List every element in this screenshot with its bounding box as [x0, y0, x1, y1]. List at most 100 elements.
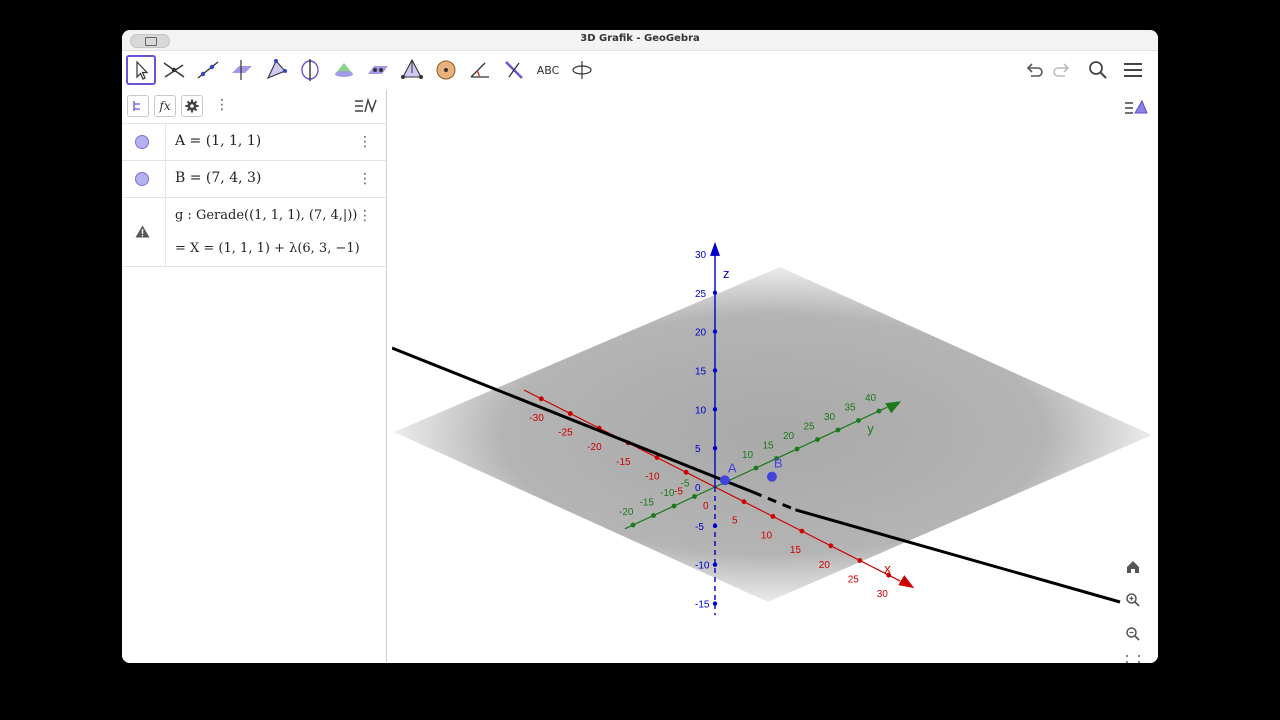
x-tick-label: 15 [790, 545, 802, 556]
algebra-row-g[interactable]: g : Gerade((1, 1, 1), (7, 4,|)) ⋮ = X = … [122, 198, 386, 267]
hamburger-menu-icon [1124, 63, 1142, 77]
reflect-plane-icon [368, 66, 388, 74]
visibility-marker[interactable] [122, 124, 166, 160]
graphics-3d-view[interactable]: xyz -30 -25 -20 -15 -10 -5 0 5 10 15 20 25 30 -20 -15-… [391, 90, 1158, 663]
y-tick-mark [671, 503, 677, 509]
y-tick-label: 25 [804, 422, 816, 433]
x-tick-label: 0 [703, 501, 709, 512]
reflect-tool[interactable] [363, 55, 393, 85]
input-bar-toggle[interactable]: fx [154, 95, 176, 117]
x-tick-label: 5 [732, 516, 738, 527]
rotate-view-icon [572, 61, 592, 79]
x-tick-label: -10 [645, 472, 660, 483]
graphics-3d-canvas[interactable]: xyz -30-25-20-15-10-5051015202530-20-15-… [391, 90, 1158, 663]
move-tool[interactable] [126, 55, 156, 85]
point-color-dot[interactable] [135, 135, 149, 149]
point-a-label: A [728, 460, 737, 475]
x-tick-label: -20 [587, 442, 602, 453]
algebra-row-b[interactable]: B = (7, 4, 3) ⋮ [122, 161, 386, 198]
angle-icon [470, 62, 489, 78]
line-input-field[interactable]: g : Gerade((1, 1, 1), (7, 4,|)) [175, 208, 357, 223]
z-tick-label: 10 [695, 405, 707, 416]
x-tick-label: 25 [848, 575, 860, 586]
y-tick-mark [856, 418, 861, 423]
x-axis-arrow [898, 575, 915, 589]
visibility-marker[interactable] [122, 161, 166, 197]
rotate-tool[interactable] [295, 55, 325, 85]
y-tick-mark [815, 437, 820, 442]
algebra-more-icon[interactable]: ⋮ [215, 98, 229, 112]
home-icon [1127, 561, 1139, 573]
redo-button[interactable] [1049, 57, 1075, 83]
toolbar: ABC [122, 51, 1158, 89]
xy-plane [394, 267, 1152, 602]
algebra-row-a[interactable]: A = (1, 1, 1) ⋮ [122, 124, 386, 161]
zoom-out-icon [1126, 627, 1140, 641]
sphere-tool[interactable] [431, 55, 461, 85]
search-button[interactable] [1085, 57, 1111, 83]
y-tick-label: 15 [763, 441, 775, 452]
y-tick-label: -15 [640, 498, 655, 509]
angle-tool[interactable] [465, 55, 495, 85]
x-tick-mark [857, 558, 863, 563]
standard-view-button[interactable] [1121, 555, 1145, 579]
z-tick-label: -15 [695, 600, 710, 611]
row-menu-icon[interactable]: ⋮ [358, 172, 372, 186]
y-tick-label: 40 [865, 393, 877, 404]
point-a-definition[interactable]: A = (1, 1, 1) [175, 133, 261, 149]
point-b-definition[interactable]: B = (7, 4, 3) [175, 170, 261, 186]
settings-button[interactable] [181, 95, 203, 117]
cone-icon [335, 63, 353, 77]
point-a[interactable] [719, 475, 730, 486]
row-menu-icon[interactable]: ⋮ [358, 209, 372, 223]
zoom-in-icon [1126, 593, 1140, 607]
title-bar: 3D Grafik - GeoGebra [122, 30, 1158, 51]
point-color-dot[interactable] [135, 172, 149, 186]
style-bar-icon [355, 97, 377, 114]
y-tick-mark [753, 465, 759, 471]
y-tick-label: -10 [660, 488, 675, 499]
intersect-tool[interactable] [159, 55, 189, 85]
y-tick-mark [651, 513, 656, 518]
sort-button[interactable] [127, 95, 149, 117]
perpendicular-tool[interactable] [499, 55, 529, 85]
z-tick-mark [712, 407, 718, 412]
undo-button[interactable] [1021, 57, 1047, 83]
visibility-marker [122, 198, 166, 266]
cone-tool[interactable] [329, 55, 359, 85]
search-icon [1089, 61, 1107, 79]
z-tick-mark [712, 523, 718, 529]
graphics-style-button[interactable] [354, 97, 378, 119]
line-tool[interactable] [193, 55, 223, 85]
row-menu-icon[interactable]: ⋮ [358, 135, 372, 149]
sphere-icon [436, 60, 456, 80]
x-tick-label: 20 [819, 560, 831, 571]
point-b-label: B [774, 456, 783, 471]
z-tick-mark [712, 251, 718, 257]
redo-icon [1053, 63, 1070, 77]
main-menu-button[interactable] [1120, 57, 1146, 83]
x-tick-mark [741, 499, 747, 505]
tetrahedron-tool[interactable] [397, 55, 427, 85]
cursor-arrow-icon [136, 60, 149, 80]
y-axis-label: y [867, 421, 874, 436]
x-tick-mark [683, 469, 689, 475]
text-tool[interactable]: ABC [533, 55, 563, 85]
fullscreen-button[interactable] [1121, 655, 1145, 663]
x-tick-label: -15 [616, 457, 631, 468]
algebra-view: fx ⋮ A = (1, 1, 1) ⋮ B = (7, 4, 3) ⋮ g :… [122, 90, 387, 663]
pyramid-tool[interactable] [261, 55, 291, 85]
point-b[interactable] [766, 471, 777, 482]
x-tick-label: -25 [558, 428, 573, 439]
zoom-in-button[interactable] [1121, 588, 1145, 612]
z-tick-label: 30 [695, 250, 707, 261]
rotate-view-tool[interactable] [567, 55, 597, 85]
fullscreen-icon [1126, 655, 1140, 663]
x-tick-mark [538, 396, 544, 402]
y-tick-mark [692, 494, 697, 499]
plane-tool[interactable] [227, 55, 257, 85]
zoom-out-button[interactable] [1121, 622, 1145, 646]
graphics-style-toggle[interactable] [1124, 95, 1148, 119]
z-tick-label: 5 [695, 444, 701, 455]
x-tick-mark [828, 543, 834, 549]
